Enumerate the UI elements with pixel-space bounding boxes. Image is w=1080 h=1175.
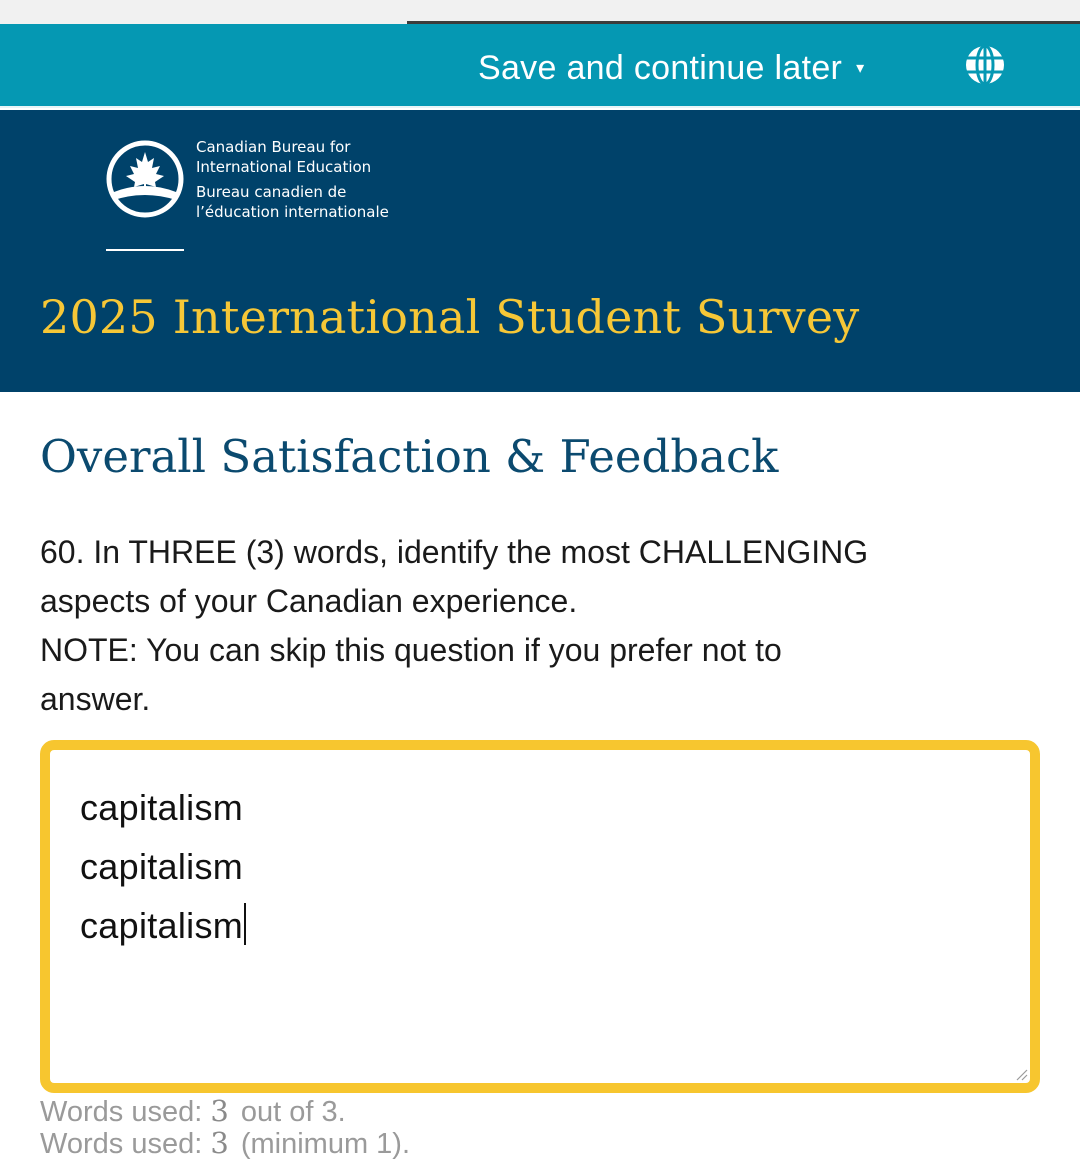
minimum-text: (minimum 1).	[240, 1128, 411, 1160]
save-and-continue-later-label: Save and continue later	[478, 48, 843, 87]
word-count-max: Words used: 3 out of 3.	[40, 1096, 410, 1128]
word-counters: Words used: 3 out of 3. Words used: 3 (m…	[40, 1096, 410, 1160]
globe-icon[interactable]	[964, 44, 1006, 86]
top-toolbar: Save and continue later ▾	[0, 24, 1080, 108]
answer-text: capitalism capitalism capitalism	[80, 778, 247, 955]
question-line: 60. In THREE (3) words, identify the mos…	[40, 534, 869, 570]
browser-top-strip	[0, 0, 1080, 24]
question-line: answer.	[40, 681, 151, 717]
save-and-continue-later-button[interactable]: Save and continue later ▾	[478, 48, 864, 88]
logo-underline-divider	[106, 249, 184, 251]
out-of-text: out of 3.	[240, 1096, 346, 1128]
org-name-fr-line2: l’éducation internationale	[196, 202, 389, 221]
answer-line: capitalism	[80, 787, 244, 828]
question-text: 60. In THREE (3) words, identify the mos…	[40, 528, 1040, 724]
answer-line: capitalism	[80, 905, 244, 946]
survey-title: 2025 International Student Survey	[40, 290, 860, 344]
words-used-count: 3	[210, 1126, 229, 1160]
caret-down-icon: ▾	[856, 60, 865, 77]
organization-name: Canadian Bureau for International Educat…	[196, 138, 389, 222]
question-line: aspects of your Canadian experience.	[40, 583, 578, 619]
site-header: Canadian Bureau for International Educat…	[0, 110, 1080, 392]
org-name-en-line2: International Education	[196, 157, 372, 176]
words-used-label: Words used:	[40, 1096, 203, 1128]
answer-line: capitalism	[80, 846, 244, 887]
words-used-count: 3	[210, 1094, 229, 1128]
maple-leaf-logo-icon	[106, 140, 184, 218]
org-name-fr-line1: Bureau canadien de	[196, 183, 347, 201]
org-name-en-line1: Canadian Bureau for	[196, 138, 351, 156]
answer-textarea[interactable]: capitalism capitalism capitalism	[40, 740, 1040, 1093]
resize-handle-icon[interactable]	[1014, 1067, 1028, 1081]
section-title: Overall Satisfaction & Feedback	[40, 430, 779, 483]
text-cursor	[244, 903, 247, 945]
word-count-min: Words used: 3 (minimum 1).	[40, 1128, 410, 1160]
question-line: NOTE: You can skip this question if you …	[40, 632, 782, 668]
words-used-label: Words used:	[40, 1128, 203, 1160]
